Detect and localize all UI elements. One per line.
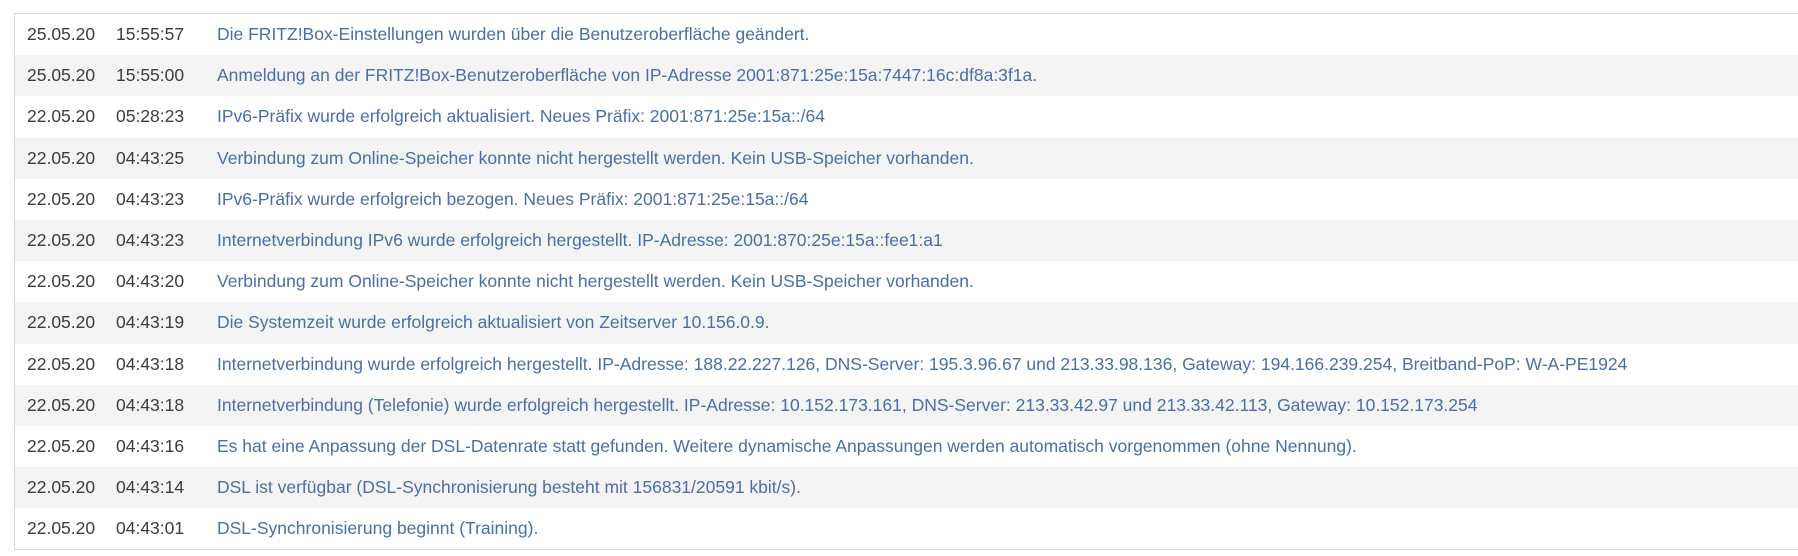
log-entry-message-link[interactable]: IPv6-Präfix wurde erfolgreich aktualisie… bbox=[217, 106, 825, 127]
log-entry-time: 05:28:23 bbox=[116, 106, 185, 127]
log-entry-time: 15:55:57 bbox=[116, 24, 185, 45]
log-entry-date: 22.05.20 bbox=[27, 147, 96, 168]
log-entry-row: 25.05.20 15:55:00 Anmeldung an der FRITZ… bbox=[15, 55, 1798, 97]
log-entry-row: 22.05.20 04:43:19 Die Systemzeit wurde e… bbox=[15, 302, 1798, 344]
log-entry-row: 22.05.20 04:43:20 Verbindung zum Online-… bbox=[15, 261, 1798, 302]
log-entry-message-link[interactable]: Internetverbindung (Telefonie) wurde erf… bbox=[217, 395, 1478, 416]
log-entry-time: 04:43:19 bbox=[116, 312, 185, 333]
log-entry-date: 22.05.20 bbox=[27, 271, 96, 292]
event-log-table: 25.05.20 15:55:57 Die FRITZ!Box-Einstell… bbox=[14, 13, 1798, 550]
log-entry-date: 25.05.20 bbox=[27, 24, 96, 45]
log-entry-time: 15:55:00 bbox=[116, 65, 185, 86]
log-entry-row: 22.05.20 04:43:14 DSL ist verfügbar (DSL… bbox=[15, 467, 1798, 509]
log-entry-message-link[interactable]: Verbindung zum Online-Speicher konnte ni… bbox=[217, 148, 974, 169]
log-entry-row: 22.05.20 05:28:23 IPv6-Präfix wurde erfo… bbox=[15, 96, 1798, 137]
log-entry-message-link[interactable]: Anmeldung an der FRITZ!Box-Benutzeroberf… bbox=[217, 65, 1037, 86]
log-entry-time: 04:43:18 bbox=[116, 353, 185, 374]
log-entry-message-link[interactable]: Verbindung zum Online-Speicher konnte ni… bbox=[217, 271, 974, 292]
log-entry-time: 04:43:25 bbox=[116, 147, 185, 168]
log-entry-message-link[interactable]: Internetverbindung IPv6 wurde erfolgreic… bbox=[217, 230, 943, 251]
log-entry-message-link[interactable]: DSL-Synchronisierung beginnt (Training). bbox=[217, 518, 538, 539]
log-entry-time: 04:43:18 bbox=[116, 394, 185, 415]
log-entry-date: 22.05.20 bbox=[27, 188, 96, 209]
log-entry-date: 22.05.20 bbox=[27, 312, 96, 333]
log-entry-date: 22.05.20 bbox=[27, 394, 96, 415]
log-entry-row: 22.05.20 04:43:25 Verbindung zum Online-… bbox=[15, 137, 1798, 179]
log-entry-time: 04:43:20 bbox=[116, 271, 185, 292]
log-entry-date: 22.05.20 bbox=[27, 435, 96, 456]
log-entry-row: 25.05.20 15:55:57 Die FRITZ!Box-Einstell… bbox=[15, 14, 1798, 55]
log-entry-date: 25.05.20 bbox=[27, 65, 96, 86]
log-entry-row: 22.05.20 04:43:01 DSL-Synchronisierung b… bbox=[15, 508, 1798, 549]
log-entry-date: 22.05.20 bbox=[27, 106, 96, 127]
log-entry-message-link[interactable]: Die Systemzeit wurde erfolgreich aktuali… bbox=[217, 312, 769, 333]
log-entry-date: 22.05.20 bbox=[27, 518, 96, 539]
log-entry-row: 22.05.20 04:43:16 Es hat eine Anpassung … bbox=[15, 426, 1798, 467]
log-entry-row: 22.05.20 04:43:23 IPv6-Präfix wurde erfo… bbox=[15, 179, 1798, 220]
log-entry-date: 22.05.20 bbox=[27, 230, 96, 251]
log-entry-date: 22.05.20 bbox=[27, 353, 96, 374]
log-entry-message-link[interactable]: DSL ist verfügbar (DSL-Synchronisierung … bbox=[217, 477, 801, 498]
log-entry-message-link[interactable]: IPv6-Präfix wurde erfolgreich bezogen. N… bbox=[217, 189, 808, 210]
log-entry-time: 04:43:16 bbox=[116, 435, 185, 456]
log-entry-message-link[interactable]: Die FRITZ!Box-Einstellungen wurden über … bbox=[217, 24, 809, 45]
log-entry-row: 22.05.20 04:43:18 Internetverbindung wur… bbox=[15, 344, 1798, 385]
log-entry-date: 22.05.20 bbox=[27, 477, 96, 498]
log-entry-row: 22.05.20 04:43:23 Internetverbindung IPv… bbox=[15, 219, 1798, 262]
log-entry-time: 04:43:23 bbox=[116, 188, 185, 209]
log-entry-time: 04:43:01 bbox=[116, 518, 185, 539]
log-entry-message-link[interactable]: Internetverbindung wurde erfolgreich her… bbox=[217, 354, 1627, 375]
log-entry-row: 22.05.20 04:43:18 Internetverbindung (Te… bbox=[15, 384, 1798, 426]
log-entry-time: 04:43:14 bbox=[116, 477, 185, 498]
log-entry-message-link[interactable]: Es hat eine Anpassung der DSL-Datenrate … bbox=[217, 436, 1357, 457]
log-entry-time: 04:43:23 bbox=[116, 230, 185, 251]
